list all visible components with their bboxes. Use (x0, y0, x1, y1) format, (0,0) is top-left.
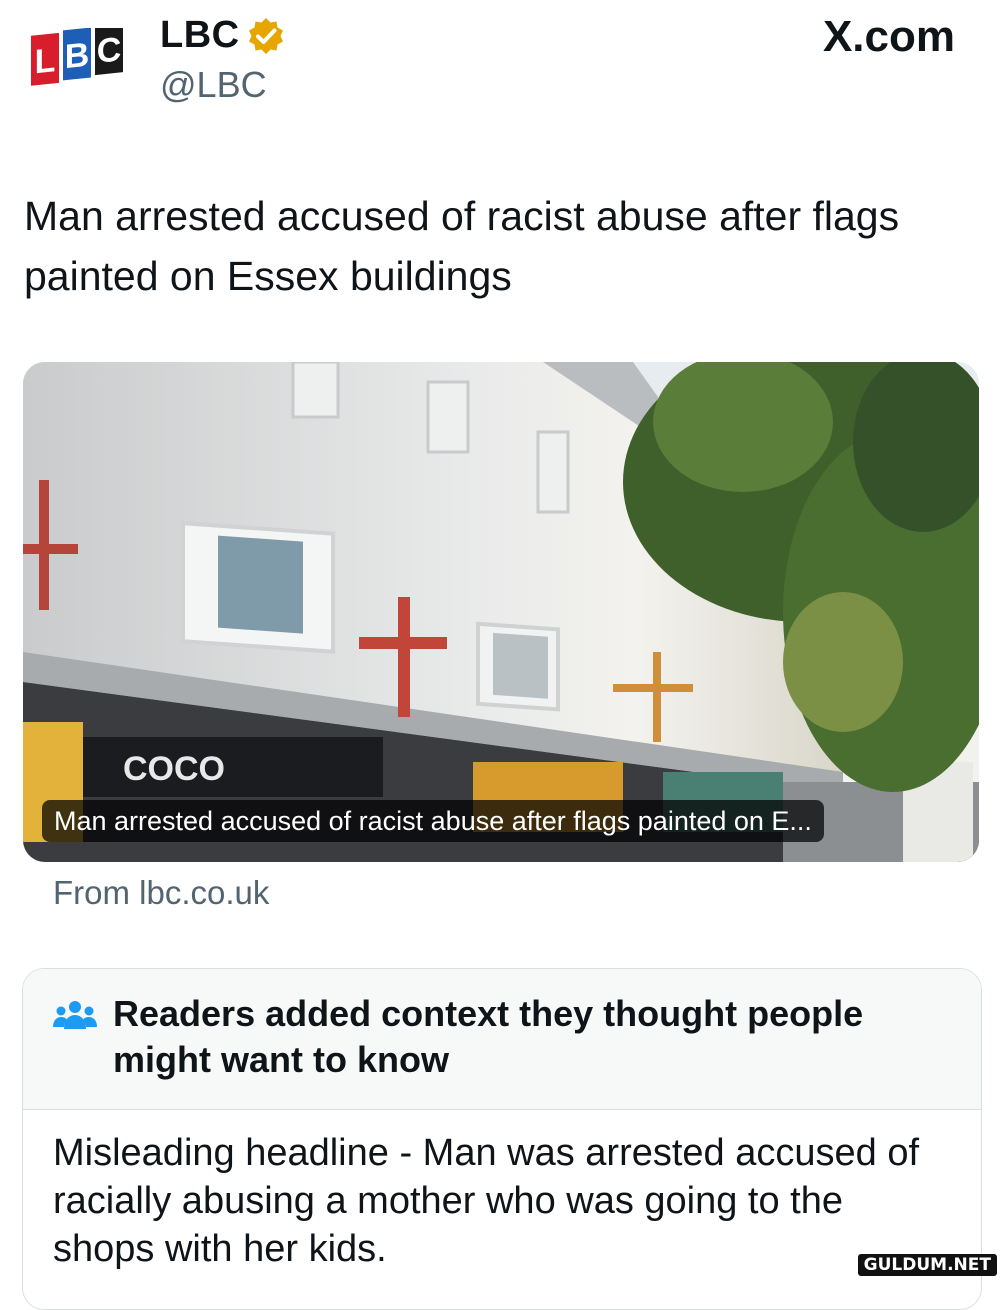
platform-label: X.com (822, 12, 955, 61)
post-headline: Man arrested accused of racist abuse aft… (24, 193, 900, 299)
logo-letter-b: B (65, 36, 90, 76)
account-name-row: LBC (160, 14, 286, 57)
community-note-body: Misleading headline - Man was arrested a… (53, 1132, 920, 1270)
account-handle[interactable]: @LBC (160, 64, 267, 106)
lbc-logo-avatar[interactable]: L B C (22, 20, 132, 100)
community-note: Readers added context they thought peopl… (22, 968, 982, 1310)
logo-letter-l: L (35, 41, 56, 81)
verified-badge-icon (248, 17, 283, 54)
post-header: L B C LBC @LBC X.com (0, 0, 1003, 130)
logo-letter-c: C (97, 30, 122, 70)
link-source[interactable]: From lbc.co.uk (53, 874, 269, 912)
link-card-image[interactable]: COCO (23, 362, 979, 862)
media-caption[interactable]: Man arrested accused of racist abuse aft… (42, 800, 824, 842)
shop-sign-text: COCO (123, 750, 225, 788)
site-watermark: GULDUM.NET (857, 1254, 997, 1276)
community-note-header: Readers added context they thought peopl… (23, 969, 981, 1110)
community-note-title: Readers added context they thought peopl… (113, 993, 864, 1080)
people-icon (53, 1001, 97, 1029)
building-photo: COCO (23, 362, 979, 862)
lbc-logo-icon: L B C (31, 28, 123, 86)
display-name[interactable]: LBC (160, 14, 240, 57)
